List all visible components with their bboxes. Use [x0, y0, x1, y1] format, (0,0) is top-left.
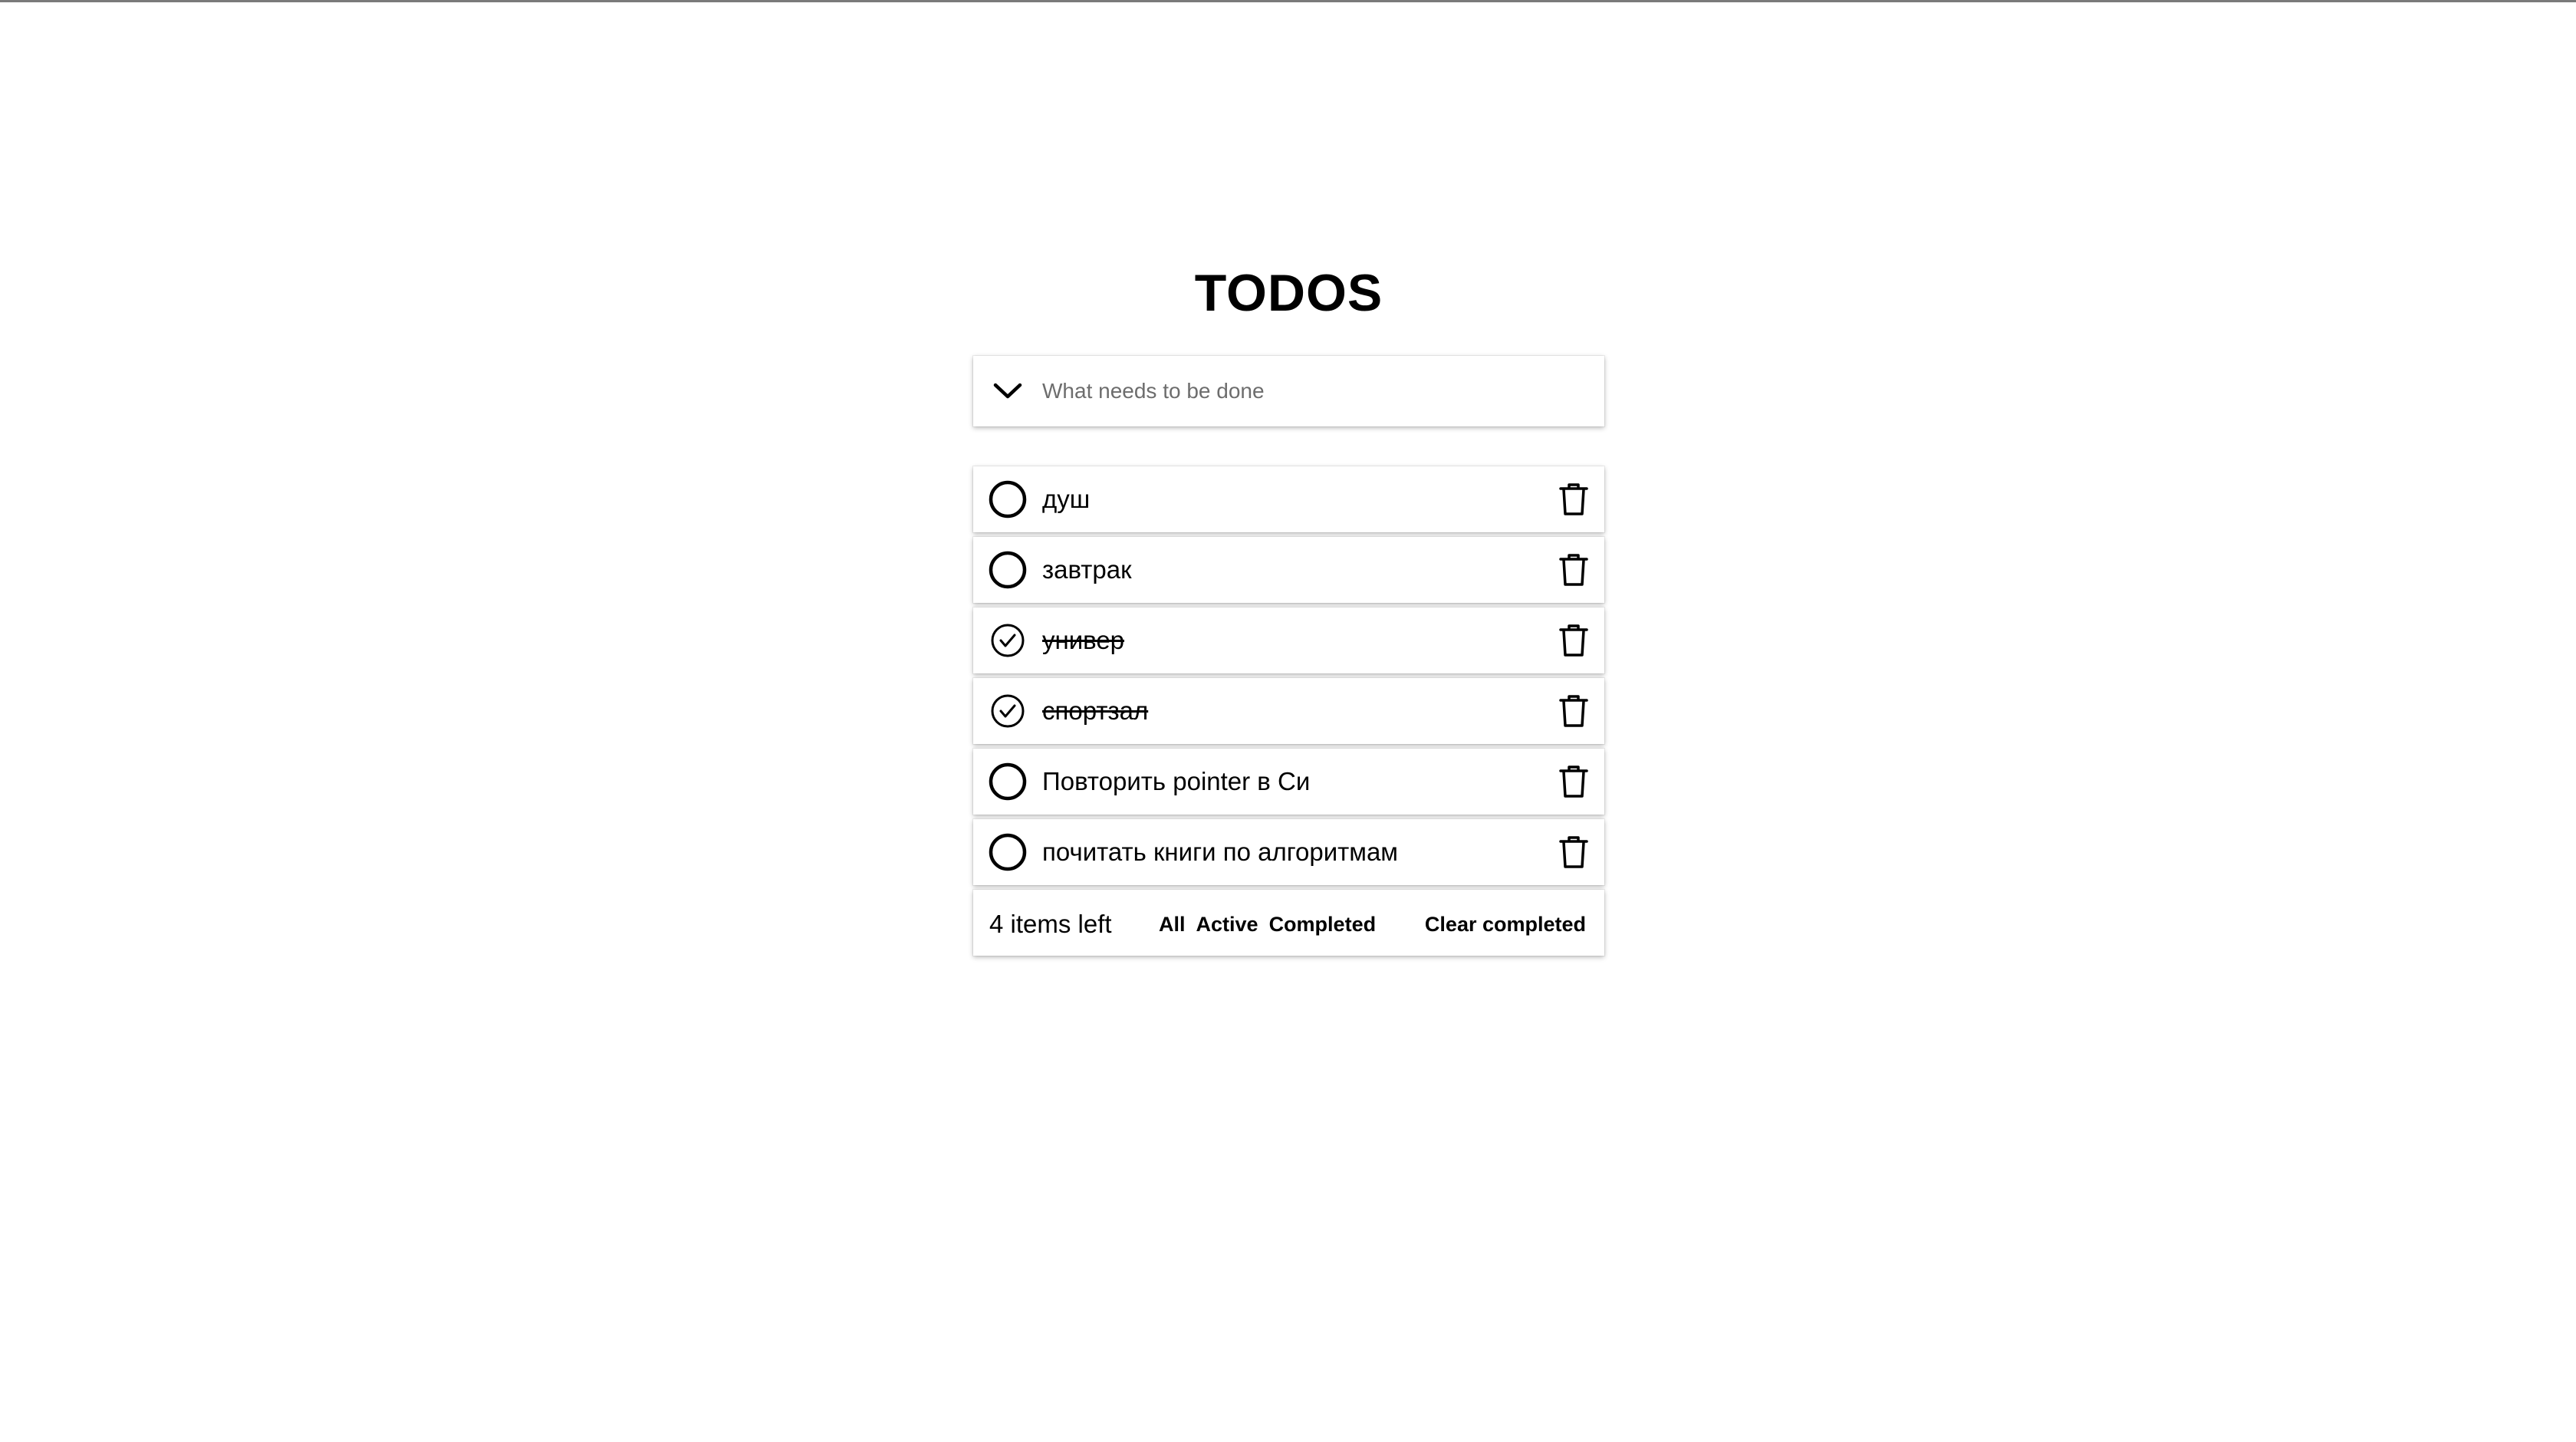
chevron-down-icon: [993, 383, 1022, 399]
check-circle-icon: [991, 624, 1025, 657]
todo-toggle[interactable]: [973, 678, 1042, 744]
filter-completed[interactable]: Completed: [1269, 913, 1377, 937]
delete-button[interactable]: [1543, 819, 1604, 885]
delete-button[interactable]: [1543, 749, 1604, 815]
filter-active[interactable]: Active: [1196, 913, 1258, 937]
todo-label[interactable]: спортзал: [1042, 696, 1543, 726]
todo-label[interactable]: почитать книги по алгоритмам: [1042, 838, 1543, 867]
trash-icon: [1559, 483, 1588, 515]
circle-icon: [989, 762, 1027, 801]
todo-item: универ: [973, 607, 1604, 673]
toggle-all-button[interactable]: [973, 356, 1042, 426]
new-todo-bar: [973, 356, 1604, 426]
trash-icon: [1559, 554, 1588, 586]
circle-icon: [989, 551, 1027, 589]
delete-button[interactable]: [1543, 466, 1604, 532]
delete-button[interactable]: [1543, 607, 1604, 673]
items-left-count: 4 items left: [989, 910, 1112, 938]
trash-icon: [1559, 624, 1588, 657]
trash-icon: [1559, 836, 1588, 868]
todo-item: завтрак: [973, 537, 1604, 603]
todo-footer: 4 items left All Active Completed Clear …: [973, 890, 1604, 956]
todo-app: TODOS душ: [973, 253, 1604, 956]
todo-label[interactable]: завтрак: [1042, 555, 1543, 584]
todo-toggle[interactable]: [973, 607, 1042, 673]
todo-toggle[interactable]: [973, 819, 1042, 885]
filter-all[interactable]: All: [1159, 913, 1186, 937]
todo-list: душ завтрак универ спортзал Повторить po…: [973, 466, 1604, 956]
todo-item: Повторить pointer в Си: [973, 749, 1604, 815]
todo-toggle[interactable]: [973, 537, 1042, 603]
page-title: TODOS: [1194, 264, 1383, 322]
circle-icon: [989, 480, 1027, 519]
todo-label[interactable]: Повторить pointer в Си: [1042, 767, 1543, 796]
clear-completed-button[interactable]: Clear completed: [1425, 913, 1586, 937]
trash-icon: [1559, 765, 1588, 798]
new-todo-input[interactable]: [1042, 360, 1604, 422]
todo-item: душ: [973, 466, 1604, 532]
circle-icon: [989, 833, 1027, 871]
filter-group: All Active Completed: [1159, 913, 1376, 937]
todo-label[interactable]: душ: [1042, 485, 1543, 514]
todo-label[interactable]: универ: [1042, 626, 1543, 655]
delete-button[interactable]: [1543, 678, 1604, 744]
todo-item: почитать книги по алгоритмам: [973, 819, 1604, 885]
todo-toggle[interactable]: [973, 749, 1042, 815]
todo-item: спортзал: [973, 678, 1604, 744]
window-top-border: [0, 0, 2576, 2]
check-circle-icon: [991, 694, 1025, 728]
trash-icon: [1559, 695, 1588, 727]
todo-toggle[interactable]: [973, 466, 1042, 532]
delete-button[interactable]: [1543, 537, 1604, 603]
